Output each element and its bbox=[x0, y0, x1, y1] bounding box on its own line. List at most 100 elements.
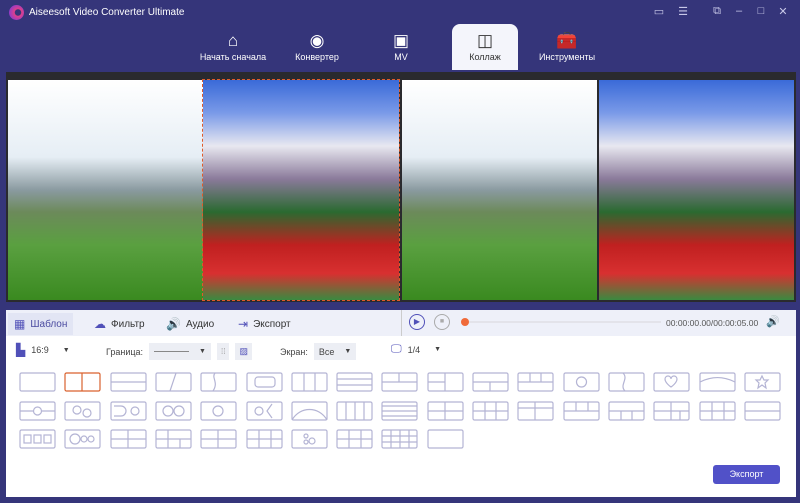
close-button[interactable]: ✕ bbox=[776, 5, 790, 18]
template-option[interactable] bbox=[291, 429, 328, 449]
template-option[interactable] bbox=[200, 372, 237, 392]
stop-button[interactable]: ■ bbox=[434, 314, 450, 330]
screen-select[interactable]: Все ▼ bbox=[313, 343, 357, 360]
template-option[interactable] bbox=[472, 400, 509, 421]
convert-icon: ◉ bbox=[309, 31, 325, 50]
home-icon: ⌂ bbox=[227, 31, 239, 50]
template-option[interactable] bbox=[155, 429, 192, 449]
volume-icon[interactable]: 🔊 bbox=[766, 315, 780, 328]
template-option[interactable] bbox=[291, 372, 328, 392]
template-option[interactable] bbox=[653, 400, 690, 421]
minimize-button[interactable]: – bbox=[732, 5, 746, 17]
template-option[interactable] bbox=[381, 400, 418, 421]
page-select[interactable]: 🖵 1/4 ▼ bbox=[391, 343, 441, 356]
nav-tab-home[interactable]: ⌂ Начать сначала bbox=[198, 24, 268, 70]
template-option[interactable] bbox=[472, 372, 509, 392]
grid-dots-icon: ⁞⁞ bbox=[220, 347, 226, 356]
maximize-button[interactable]: □ bbox=[754, 5, 768, 17]
feedback-icon[interactable]: ▭ bbox=[652, 5, 666, 18]
tab-audio[interactable]: 🔊 Аудио bbox=[160, 313, 220, 335]
tab-filter[interactable]: ☁ Фильтр bbox=[88, 313, 151, 335]
template-option[interactable] bbox=[608, 400, 645, 421]
template-option[interactable] bbox=[517, 372, 554, 392]
tab-export[interactable]: ⇥ Экспорт bbox=[232, 313, 297, 335]
template-option[interactable] bbox=[336, 429, 373, 449]
tv-icon: ▣ bbox=[392, 31, 410, 50]
template-option[interactable] bbox=[608, 372, 645, 392]
chevron-down-icon: ▼ bbox=[434, 346, 442, 353]
nav-tab-mv[interactable]: ▣ MV bbox=[366, 24, 436, 70]
output-preview-cell-1 bbox=[402, 80, 597, 300]
tab-label: Шаблон bbox=[30, 318, 68, 330]
template-option[interactable] bbox=[200, 429, 237, 449]
template-option[interactable] bbox=[698, 400, 736, 421]
template-option[interactable] bbox=[381, 372, 418, 392]
screen-value: Все bbox=[318, 346, 335, 357]
template-option[interactable] bbox=[109, 400, 147, 421]
template-option[interactable] bbox=[109, 429, 147, 449]
template-option[interactable] bbox=[64, 372, 101, 392]
template-option[interactable] bbox=[517, 400, 554, 421]
template-option[interactable] bbox=[744, 400, 781, 421]
progress-handle[interactable] bbox=[461, 318, 469, 326]
title-bar: Aiseesoft Video Converter Ultimate ▭ ☰ ⧉… bbox=[0, 0, 800, 24]
template-option[interactable] bbox=[245, 372, 283, 392]
aspect-ratio-select[interactable]: ▙ 16:9 ▼ bbox=[16, 343, 70, 357]
chevron-down-icon: ▼ bbox=[344, 348, 352, 355]
border-label: Граница: bbox=[106, 346, 144, 357]
template-option[interactable] bbox=[381, 429, 418, 449]
app-logo-icon bbox=[9, 5, 24, 20]
template-option[interactable] bbox=[64, 400, 101, 421]
template-option[interactable] bbox=[245, 400, 283, 421]
line-style-preview bbox=[154, 351, 190, 352]
template-option[interactable] bbox=[19, 429, 56, 449]
nav-tab-tools[interactable]: 🧰 Инструменты bbox=[532, 24, 602, 70]
nav-label: MV bbox=[394, 52, 408, 62]
template-option[interactable] bbox=[155, 400, 192, 421]
tab-template[interactable]: ▦ Шаблон bbox=[8, 313, 74, 335]
nav-tab-converter[interactable]: ◉ Конвертер bbox=[282, 24, 352, 70]
chevron-down-icon: ▼ bbox=[199, 348, 206, 355]
nav-label: Коллаж bbox=[469, 52, 501, 62]
template-option[interactable] bbox=[653, 372, 690, 392]
template-option[interactable] bbox=[19, 372, 56, 392]
nav-label: Конвертер bbox=[295, 52, 339, 62]
template-option[interactable] bbox=[64, 429, 101, 449]
template-option[interactable] bbox=[427, 400, 464, 421]
tab-label: Экспорт bbox=[253, 318, 291, 330]
toolbox-icon: 🧰 bbox=[556, 31, 578, 50]
border-pattern-button[interactable]: ▨ bbox=[235, 343, 252, 360]
template-option[interactable] bbox=[562, 400, 600, 421]
collage-cell-2-selected[interactable] bbox=[202, 79, 400, 301]
template-option[interactable] bbox=[19, 400, 56, 421]
collage-preview-area bbox=[6, 72, 796, 302]
output-preview-cell-2 bbox=[599, 80, 794, 300]
border-options: Граница: ▼ ⁞⁞ ▨ bbox=[106, 343, 252, 360]
divider bbox=[401, 310, 402, 336]
tab-label: Аудио bbox=[185, 318, 215, 330]
template-option[interactable] bbox=[427, 429, 464, 449]
audio-icon: 🔊 bbox=[166, 317, 181, 331]
template-option[interactable] bbox=[336, 400, 373, 421]
template-option[interactable] bbox=[109, 372, 147, 392]
template-option[interactable] bbox=[245, 429, 283, 449]
play-button[interactable]: ▶ bbox=[409, 314, 425, 330]
collage-cell-1[interactable] bbox=[8, 80, 203, 300]
template-option[interactable] bbox=[562, 372, 600, 392]
template-option[interactable] bbox=[200, 400, 237, 421]
export-button[interactable]: Экспорт bbox=[713, 465, 780, 484]
nav-tab-collage[interactable]: ◫ Коллаж bbox=[452, 24, 518, 70]
template-option[interactable] bbox=[155, 372, 192, 392]
progress-slider[interactable] bbox=[461, 318, 661, 326]
template-option[interactable] bbox=[291, 400, 328, 421]
menu-icon[interactable]: ☰ bbox=[676, 5, 690, 18]
template-option[interactable] bbox=[427, 372, 464, 392]
template-option[interactable] bbox=[744, 372, 781, 392]
border-color-button[interactable]: ⁞⁞ bbox=[216, 343, 230, 360]
app-title: Aiseesoft Video Converter Ultimate bbox=[29, 7, 185, 18]
template-option[interactable] bbox=[336, 372, 373, 392]
chevron-down-icon: ▼ bbox=[62, 346, 70, 354]
template-option[interactable] bbox=[698, 372, 736, 392]
store-icon[interactable]: ⧉ bbox=[710, 5, 724, 18]
border-style-select[interactable]: ▼ bbox=[149, 343, 211, 360]
